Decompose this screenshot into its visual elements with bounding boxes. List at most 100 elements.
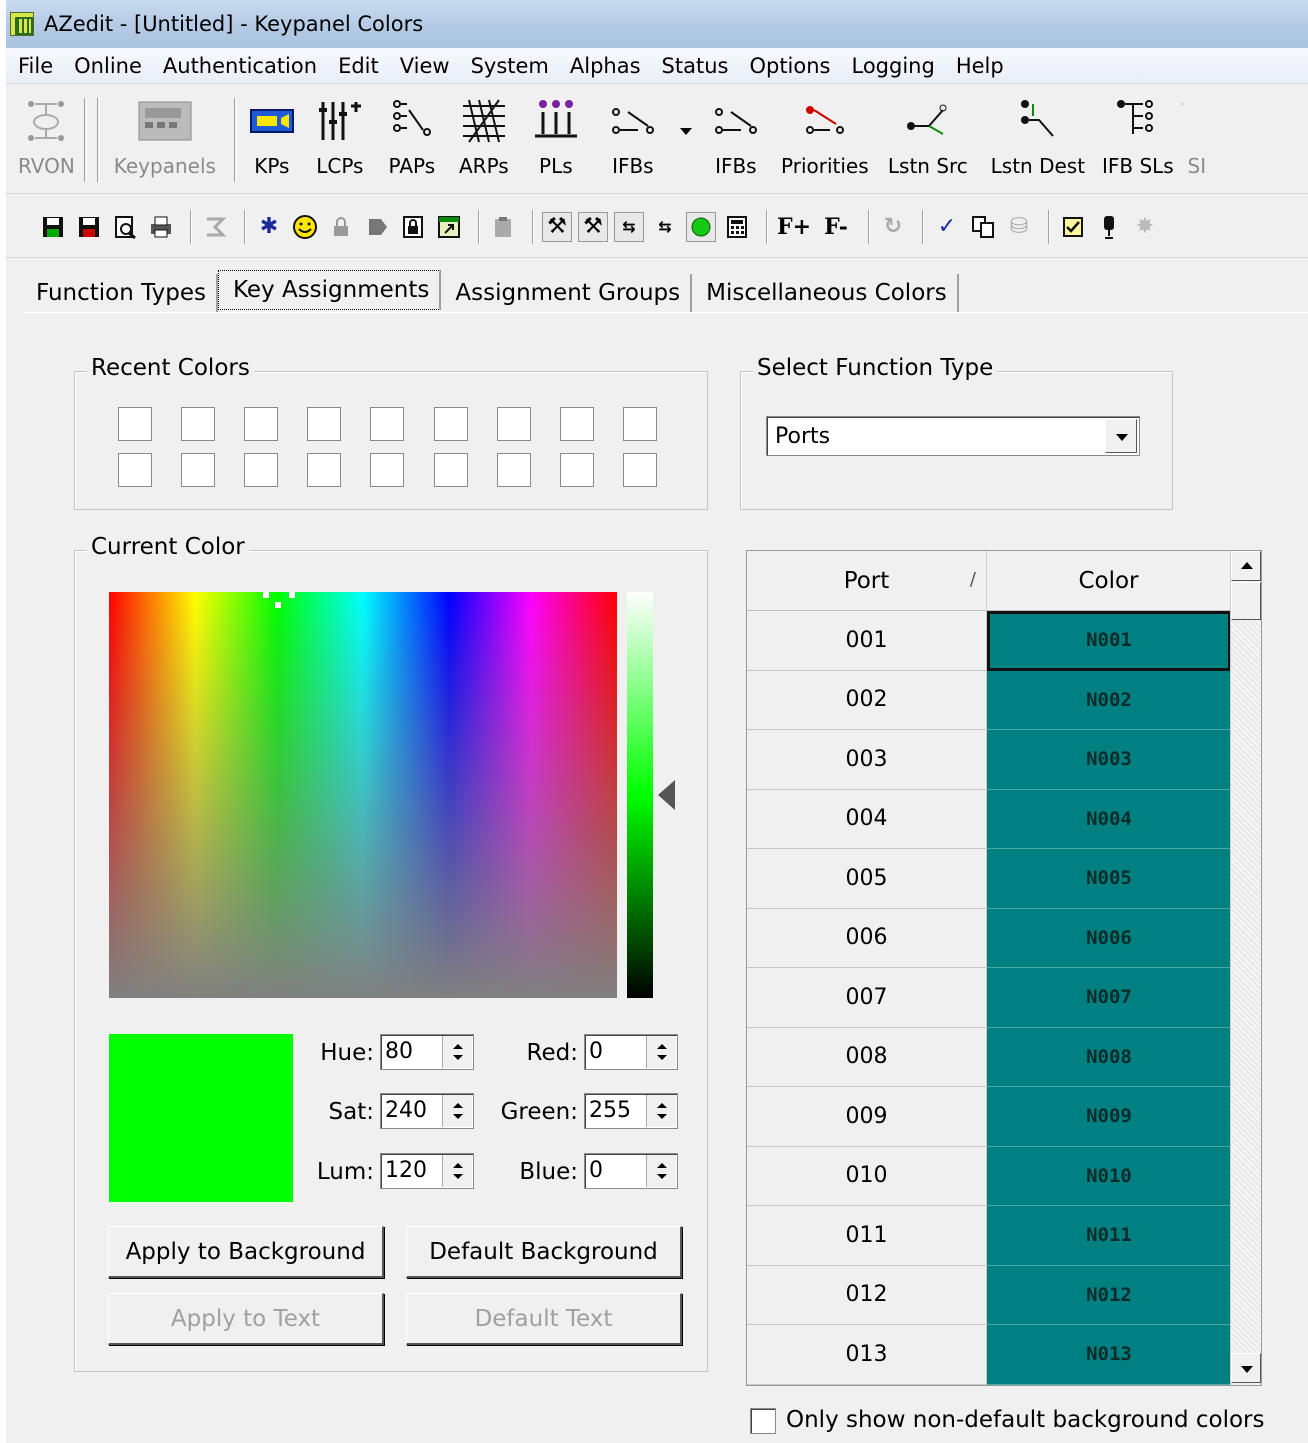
clipboard-icon[interactable] [488, 212, 518, 242]
recent-color-swatch[interactable] [559, 453, 594, 487]
port-cell[interactable]: 006 [747, 908, 987, 968]
recent-color-swatch[interactable] [244, 453, 279, 487]
red-spinner[interactable] [646, 1036, 676, 1068]
online-icon[interactable] [200, 212, 230, 242]
f-plus-icon[interactable]: F+ [776, 212, 812, 242]
color-cell[interactable]: N011 [987, 1206, 1231, 1266]
color-cell[interactable]: N002 [987, 670, 1231, 730]
hammer-icon[interactable]: ⚒ [542, 211, 572, 242]
keypanels-button[interactable]: Keypanels [105, 86, 225, 190]
port-cell[interactable]: 001 [747, 611, 987, 671]
port-cell[interactable]: 003 [747, 730, 987, 790]
lcps-button[interactable]: LCPs [306, 86, 374, 190]
ifbs-button[interactable]: IFBs [594, 86, 672, 190]
table-row[interactable]: 011 N011 [747, 1206, 1231, 1266]
color-cell[interactable]: N008 [987, 1027, 1231, 1087]
lock-icon[interactable] [326, 212, 356, 242]
color-cell[interactable]: N004 [987, 789, 1231, 849]
menu-system[interactable]: System [462, 54, 561, 78]
table-row[interactable]: 006 N006 [747, 908, 1231, 968]
recent-color-swatch[interactable] [433, 453, 468, 487]
port-cell[interactable]: 004 [747, 789, 987, 849]
smiley-icon[interactable] [290, 212, 320, 242]
apply-to-background-button[interactable]: Apply to Background [108, 1226, 384, 1278]
listen-source-button[interactable]: Lstn Src [878, 86, 978, 190]
paps-button[interactable]: PAPs [378, 86, 446, 190]
priorities-button[interactable]: Priorities [776, 86, 874, 190]
recent-color-swatch[interactable] [307, 453, 342, 487]
port-cell[interactable]: 002 [747, 670, 987, 730]
gear-icon[interactable]: ✱ [254, 212, 284, 242]
tab-function-types[interactable]: Function Types [22, 274, 218, 314]
port-cell[interactable]: 007 [747, 968, 987, 1028]
cut-off-button[interactable]: SI [1181, 86, 1212, 190]
burst-icon[interactable]: ✸ [1130, 212, 1160, 242]
color-cell[interactable]: N013 [987, 1325, 1231, 1385]
recent-color-swatch[interactable] [370, 407, 405, 441]
color-spectrum[interactable] [109, 592, 617, 998]
scroll-up-button[interactable] [1231, 551, 1261, 581]
green-dot-icon[interactable] [686, 211, 716, 242]
color-cell[interactable]: N012 [987, 1265, 1231, 1325]
red-input[interactable]: 0 [584, 1034, 678, 1070]
function-type-select[interactable]: Ports [766, 416, 1140, 456]
table-row[interactable]: 002 N002 [747, 670, 1231, 730]
port-cell[interactable]: 008 [747, 1027, 987, 1087]
tab-assignment-groups[interactable]: Assignment Groups [441, 274, 693, 314]
recent-color-swatch[interactable] [181, 453, 216, 487]
scroll-down-button[interactable] [1231, 1353, 1261, 1383]
blue-input[interactable]: 0 [584, 1153, 678, 1189]
menu-edit[interactable]: Edit [329, 54, 391, 78]
ifb-sls-button[interactable]: IFB SLs [1098, 86, 1178, 190]
save-icon[interactable] [38, 212, 68, 242]
color-cell[interactable]: N001 [987, 611, 1231, 671]
green-spinner[interactable] [646, 1095, 676, 1127]
menu-online[interactable]: Online [65, 54, 154, 78]
f-minus-icon[interactable]: F- [818, 212, 854, 242]
menu-authentication[interactable]: Authentication [154, 54, 329, 78]
checkbox-icon[interactable] [1058, 212, 1088, 242]
table-row[interactable]: 009 N009 [747, 1087, 1231, 1147]
recent-color-swatch[interactable] [496, 407, 531, 441]
print-preview-icon[interactable] [110, 212, 140, 242]
recent-color-swatch[interactable] [118, 453, 152, 487]
shape-icon[interactable] [362, 212, 392, 242]
table-row[interactable]: 005 N005 [747, 849, 1231, 909]
lum-input[interactable]: 120 [380, 1153, 474, 1189]
hue-input[interactable]: 80 [380, 1034, 474, 1070]
color-column-header[interactable]: Color [987, 551, 1231, 611]
menu-options[interactable]: Options [740, 54, 842, 78]
port-cell[interactable]: 012 [747, 1265, 987, 1325]
table-row[interactable]: 007 N007 [747, 968, 1231, 1028]
color-cell[interactable]: N007 [987, 968, 1231, 1028]
menu-help[interactable]: Help [947, 54, 1016, 78]
only-nondefault-checkbox[interactable] [750, 1408, 776, 1434]
ifbs-dropdown-button[interactable] [676, 86, 696, 190]
table-row[interactable]: 001 N001 [747, 611, 1231, 671]
print-icon[interactable] [146, 212, 176, 242]
recent-color-swatch[interactable] [559, 407, 594, 441]
pls-button[interactable]: PLs [522, 86, 590, 190]
luminance-slider[interactable] [627, 592, 653, 998]
table-row[interactable]: 008 N008 [747, 1027, 1231, 1087]
hammer-add-icon[interactable]: ⚒ [578, 211, 608, 242]
arps-button[interactable]: ARPs [450, 86, 518, 190]
table-row[interactable]: 012 N012 [747, 1265, 1231, 1325]
rvon-button[interactable]: RVON [18, 86, 75, 190]
port-cell[interactable]: 010 [747, 1146, 987, 1206]
sat-input[interactable]: 240 [380, 1093, 474, 1129]
server-icon[interactable]: ⛁ [1004, 212, 1034, 242]
menu-alphas[interactable]: Alphas [561, 54, 653, 78]
recent-color-swatch[interactable] [181, 407, 216, 441]
refresh-icon[interactable]: ↻ [878, 212, 908, 242]
save-as-icon[interactable] [74, 212, 104, 242]
kps-button[interactable]: KPs [242, 86, 302, 190]
tab-key-assignments[interactable]: Key Assignments [217, 270, 442, 310]
hue-spinner[interactable] [442, 1036, 472, 1068]
table-row[interactable]: 003 N003 [747, 730, 1231, 790]
color-cell[interactable]: N009 [987, 1087, 1231, 1147]
ifbs-button-2[interactable]: IFBs [700, 86, 772, 190]
table-row[interactable]: 010 N010 [747, 1146, 1231, 1206]
recent-color-swatch[interactable] [622, 407, 657, 441]
menu-file[interactable]: File [10, 54, 65, 78]
